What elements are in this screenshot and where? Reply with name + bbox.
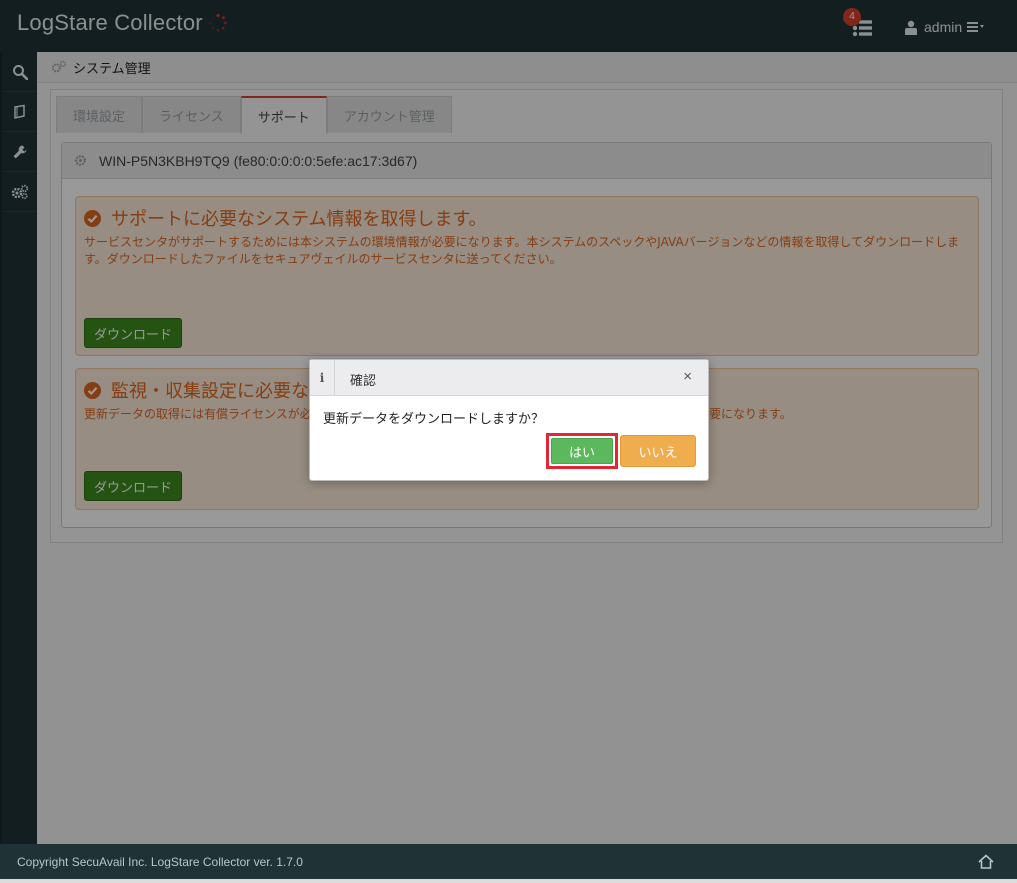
dialog-message: 更新データをダウンロードしますか？ [323, 412, 545, 427]
home-icon[interactable] [977, 853, 995, 871]
no-button[interactable]: いいえ [620, 435, 696, 467]
close-icon[interactable]: × [683, 368, 692, 385]
yes-button-highlight: はい [546, 433, 618, 469]
yes-button[interactable]: はい [551, 438, 613, 464]
dialog-title: 確認 [350, 374, 377, 389]
footer: Copyright SecuAvail Inc. LogStare Collec… [0, 844, 1017, 879]
dialog-header: i 確認 × [310, 360, 708, 396]
copyright-text: Copyright SecuAvail Inc. LogStare Collec… [17, 854, 303, 869]
info-icon: i [310, 360, 335, 395]
confirm-dialog: i 確認 × 更新データをダウンロードしますか？ はい いいえ [309, 359, 709, 481]
window-bottom-edge [0, 879, 1017, 883]
